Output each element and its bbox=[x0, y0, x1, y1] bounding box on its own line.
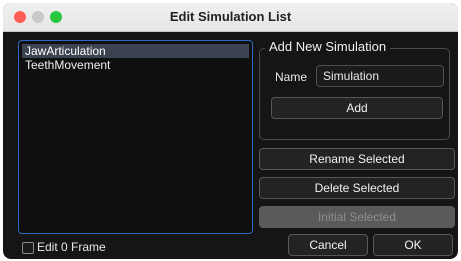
add-new-simulation-group bbox=[259, 48, 450, 140]
title-bar: Edit Simulation List bbox=[3, 3, 458, 32]
edit-frame-checkbox[interactable] bbox=[22, 242, 34, 254]
ok-button[interactable]: OK bbox=[373, 234, 453, 256]
edit-frame-label: Edit 0 Frame bbox=[37, 240, 106, 254]
add-new-simulation-title: Add New Simulation bbox=[265, 39, 391, 55]
rename-selected-button[interactable]: Rename Selected bbox=[259, 148, 455, 170]
name-label: Name bbox=[275, 70, 308, 84]
dialog-window: Edit Simulation List JawArticulation Tee… bbox=[3, 3, 458, 259]
add-button[interactable]: Add bbox=[271, 97, 443, 119]
simulation-list[interactable]: JawArticulation TeethMovement bbox=[18, 40, 253, 234]
window-title: Edit Simulation List bbox=[169, 9, 292, 24]
initial-selected-button: Initial Selected bbox=[259, 206, 455, 228]
list-item-teeth-movement[interactable]: TeethMovement bbox=[22, 58, 249, 72]
cancel-button[interactable]: Cancel bbox=[288, 234, 368, 256]
simulation-name-input[interactable] bbox=[316, 65, 444, 87]
list-item-jaw-articulation[interactable]: JawArticulation bbox=[22, 44, 249, 58]
delete-selected-button[interactable]: Delete Selected bbox=[259, 177, 455, 199]
